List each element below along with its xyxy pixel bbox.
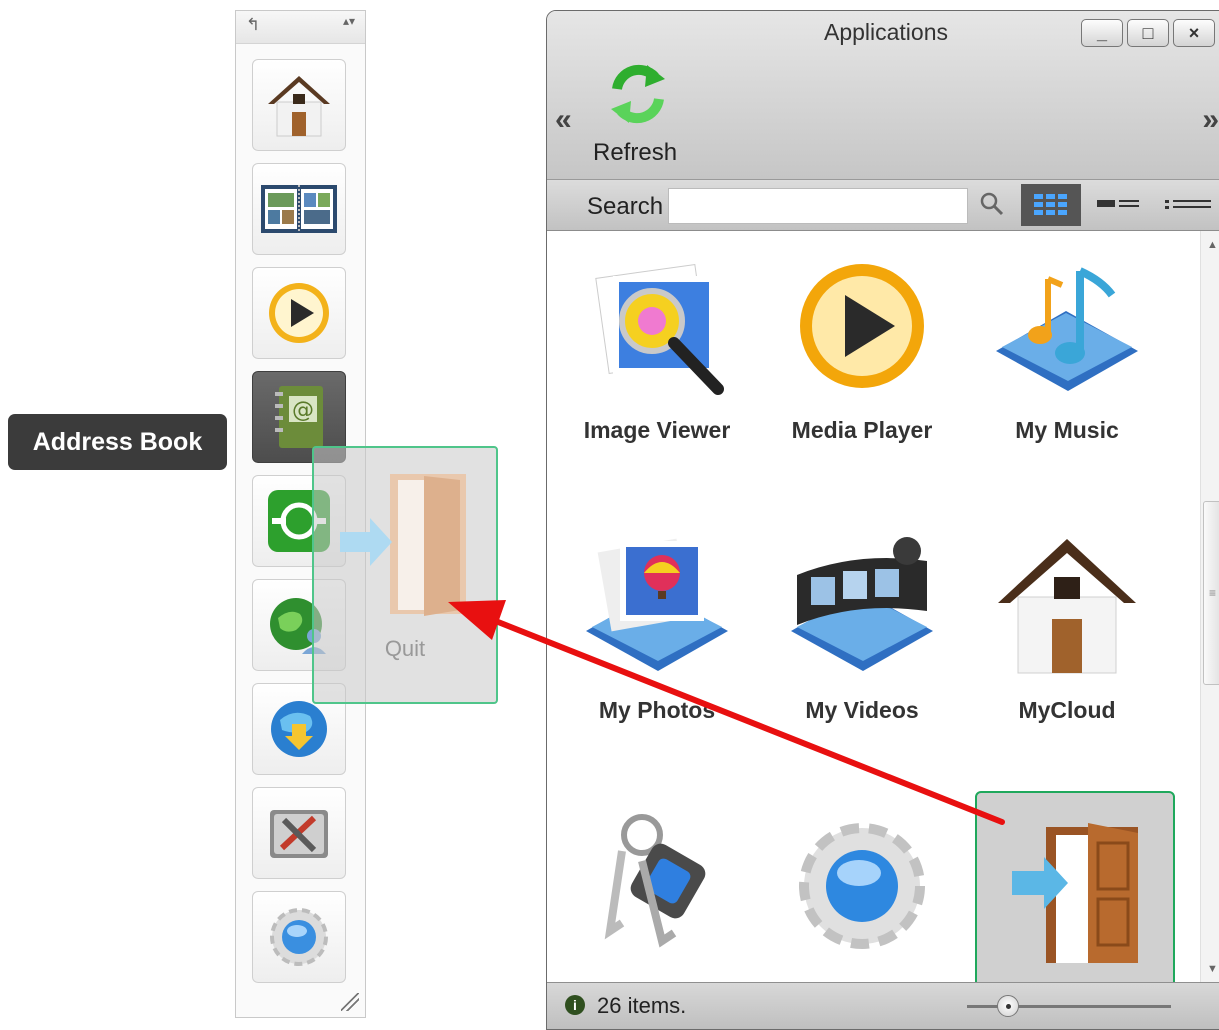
address-book-tooltip: Address Book: [8, 414, 227, 470]
maximize-button[interactable]: □: [1127, 19, 1169, 47]
search-label: Search: [587, 193, 664, 220]
zoom-slider-handle[interactable]: [996, 995, 1019, 1017]
app-tile-image-viewer[interactable]: Image Viewer: [557, 231, 757, 491]
app-label: MyCloud: [1018, 697, 1116, 723]
status-bar: i 26 items.: [547, 982, 1219, 1029]
scroll-right-icon[interactable]: »: [1202, 103, 1219, 137]
list-view-icon[interactable]: [1165, 198, 1211, 212]
music-icon: [996, 267, 1138, 391]
drag-ghost-quit: Quit: [312, 446, 498, 704]
app-label: My Videos: [805, 697, 919, 723]
back-icon[interactable]: ↰: [246, 15, 260, 35]
app-tile-my-videos[interactable]: My Videos: [762, 511, 962, 771]
window-titlebar: Applications _ □ × « » Refresh: [547, 11, 1219, 179]
play-icon: [269, 283, 329, 343]
grid-view-icon: [1034, 194, 1067, 215]
close-button[interactable]: ×: [1173, 19, 1215, 47]
item-count: 26 items.: [597, 993, 687, 1018]
grid-view-button[interactable]: [1021, 184, 1081, 226]
photo-album-icon: [261, 185, 337, 233]
gear-icon: [799, 823, 925, 949]
house-icon: [998, 539, 1136, 674]
address-book-icon: @: [275, 386, 323, 448]
scrollbar-thumb[interactable]: ≡: [1203, 501, 1219, 685]
quit-door-icon: [340, 474, 466, 616]
app-label: Media Player: [791, 417, 933, 443]
resize-handle[interactable]: [341, 993, 359, 1011]
drag-ghost-label: Quit: [384, 636, 426, 661]
scroll-left-icon[interactable]: «: [555, 103, 572, 137]
search-input[interactable]: [668, 188, 968, 224]
app-label: Image Viewer: [583, 417, 731, 443]
app-tile-media-player[interactable]: Media Player: [762, 231, 962, 491]
app-grid: Image Viewer Media Player My Music My Ph…: [547, 231, 1201, 1029]
dock-item-media-player[interactable]: [252, 267, 346, 359]
window-controls: _ □ ×: [1081, 19, 1215, 47]
dock-item-settings[interactable]: [252, 891, 346, 983]
applications-window: Applications _ □ × « » Refresh Search Im…: [546, 10, 1219, 1030]
media-player-icon: [800, 264, 924, 388]
app-label: My Photos: [598, 697, 716, 723]
vertical-scrollbar[interactable]: ▲ ≡ ▼: [1200, 231, 1219, 983]
app-tile-my-music[interactable]: My Music: [967, 231, 1167, 491]
svg-text:@: @: [292, 398, 314, 423]
globe-download-icon: [271, 701, 327, 757]
app-tile-mycloud[interactable]: MyCloud: [967, 511, 1167, 771]
dock-header: ↰ ▴▾: [236, 11, 365, 44]
scroll-up-icon[interactable]: ▲: [1207, 239, 1218, 251]
scroll-down-icon[interactable]: ▼: [1207, 963, 1218, 975]
search-bar: Search: [547, 179, 1219, 231]
dock-item-home[interactable]: [252, 59, 346, 151]
dock-item-photo-album[interactable]: [252, 163, 346, 255]
search-icon[interactable]: [979, 191, 1005, 217]
house-icon: [268, 76, 330, 137]
videos-icon: [791, 537, 933, 671]
info-icon: i: [565, 995, 585, 1015]
dock-item-tools[interactable]: [252, 787, 346, 879]
app-tile-my-photos[interactable]: My Photos: [557, 511, 757, 771]
image-viewer-icon: [595, 263, 724, 395]
refresh-button-label[interactable]: Refresh: [593, 139, 677, 167]
sort-icon[interactable]: ▴▾: [343, 15, 355, 27]
quit-door-icon: [1012, 823, 1138, 963]
minimize-button[interactable]: _: [1081, 19, 1123, 47]
keys-icon: [604, 814, 706, 948]
refresh-icon[interactable]: [609, 63, 667, 125]
detail-view-icon[interactable]: [1097, 198, 1141, 212]
photos-icon: [586, 538, 728, 671]
app-label: My Music: [1015, 417, 1119, 443]
tools-icon: [270, 810, 328, 858]
gear-icon: [270, 908, 328, 966]
